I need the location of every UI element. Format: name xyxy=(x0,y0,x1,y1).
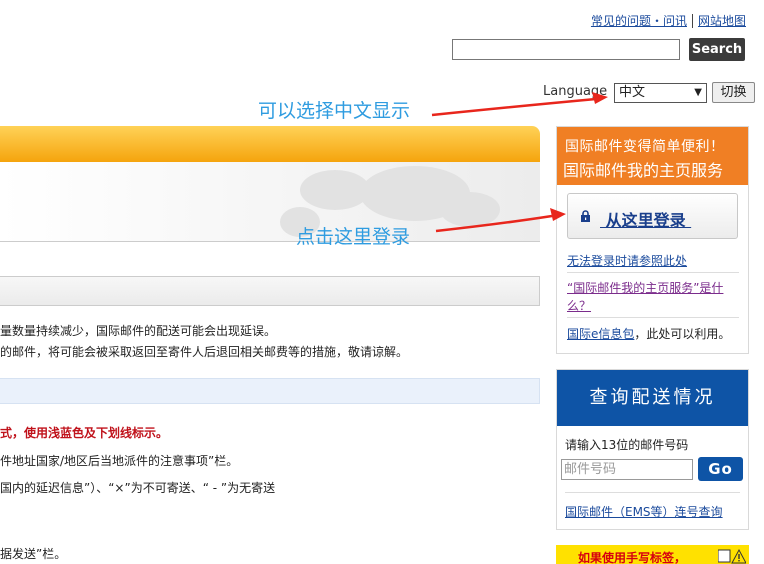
arrow-to-language-icon xyxy=(431,92,608,117)
annotation-arrows xyxy=(431,92,608,233)
arrow-to-login-icon xyxy=(435,208,566,233)
